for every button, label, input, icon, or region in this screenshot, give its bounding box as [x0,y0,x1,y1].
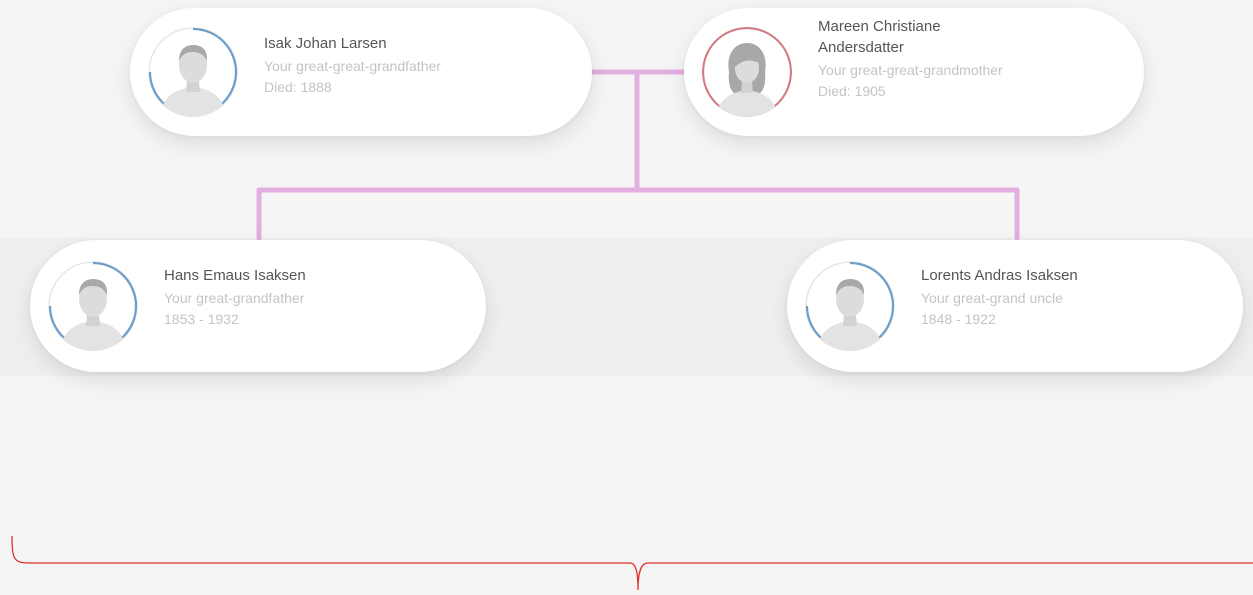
relationship-label: Your great-grand uncle [921,290,1063,306]
person-card-mareen-christiane-andersdatter[interactable]: Mareen Christiane Andersdatter Your grea… [684,8,1144,136]
family-tree-canvas: Isak Johan Larsen Your great-great-grand… [0,0,1253,595]
relationship-label: Your great-grandfather [164,290,305,306]
person-name: Isak Johan Larsen [264,35,387,52]
female-silhouette-icon [702,27,792,117]
person-card-lorents-andras-isaksen[interactable]: Lorents Andras Isaksen Your great-grand … [787,240,1243,372]
life-dates: 1848 - 1922 [921,311,996,327]
person-name: Hans Emaus Isaksen [164,267,306,284]
person-card-hans-emaus-isaksen[interactable]: Hans Emaus Isaksen Your great-grandfathe… [30,240,486,372]
relationship-label: Your great-great-grandmother [818,62,1003,78]
person-name: Lorents Andras Isaksen [921,267,1078,284]
avatar [702,27,792,117]
siblings-connector-line [256,187,1020,241]
person-card-isak-johan-larsen[interactable]: Isak Johan Larsen Your great-great-grand… [130,8,592,136]
person-name: Mareen Christiane Andersdatter [818,18,941,56]
avatar [148,27,238,117]
avatar [48,261,138,351]
life-dates: Died: 1905 [818,83,886,99]
avatar [805,261,895,351]
male-silhouette-icon [48,261,138,351]
life-dates: Died: 1888 [264,79,332,95]
male-silhouette-icon [805,261,895,351]
life-dates: 1853 - 1932 [164,311,239,327]
selection-bracket [11,535,1253,591]
relationship-label: Your great-great-grandfather [264,58,441,74]
male-silhouette-icon [148,27,238,117]
